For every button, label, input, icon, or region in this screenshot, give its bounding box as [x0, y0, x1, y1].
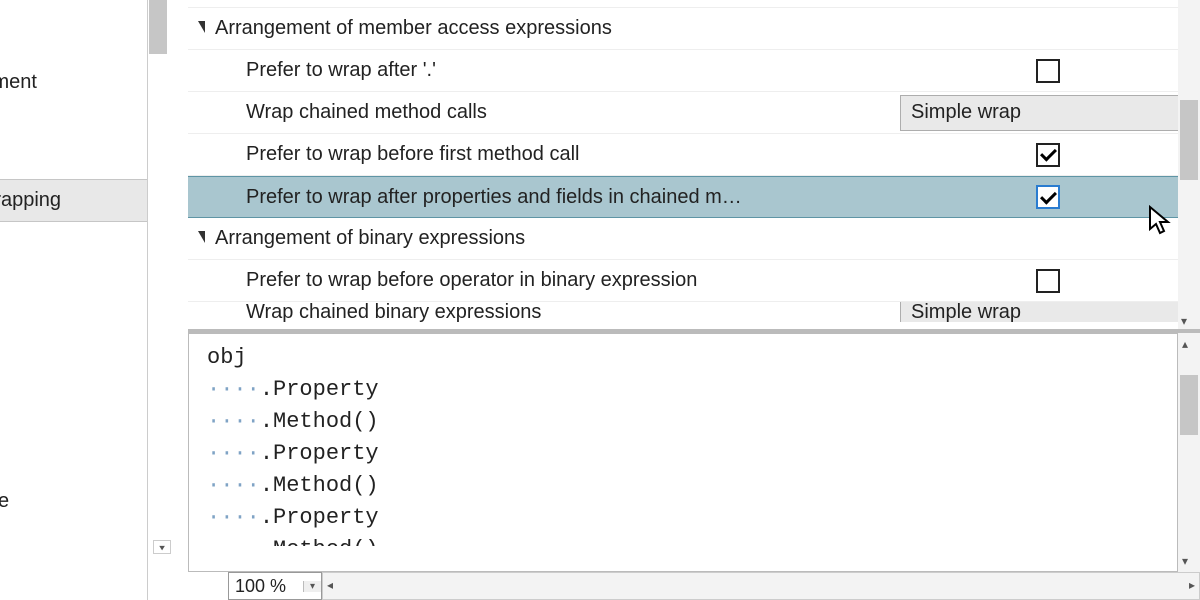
scrollbar-thumb[interactable] [149, 0, 167, 54]
group-label: Arrangement of binary expressions [215, 227, 525, 250]
setting-label: Prefer to wrap after '.' [198, 59, 900, 82]
setting-wrap-after-props-fields: Prefer to wrap after properties and fiel… [188, 176, 1200, 218]
scroll-down-icon[interactable]: ▾ [1181, 314, 1187, 328]
setting-label: Wrap chained method calls [198, 101, 900, 124]
code-preview: obj ····.Property ····.Method() ····.Pro… [188, 333, 1178, 572]
outer-scrollbar-vertical[interactable] [148, 0, 168, 600]
scrollbar-thumb[interactable] [1180, 375, 1198, 435]
setting-wrap-chained-binary: Wrap chained binary expressions Simple w… [188, 302, 1200, 322]
preview-scrollbar-vertical[interactable]: ▴ ▾ [1178, 333, 1200, 572]
checkbox-wrap-before-operator[interactable] [1036, 269, 1060, 293]
scroll-down-icon[interactable]: ▾ [1182, 554, 1188, 568]
code-line: ····.Property [207, 374, 1159, 406]
code-line: obj [207, 342, 1159, 374]
setting-wrap-after-dot: Prefer to wrap after '.' [188, 50, 1200, 92]
select-wrap-chained-binary[interactable]: Simple wrap ▾ [900, 302, 1196, 322]
sidebar-item-imports[interactable]: orts [0, 326, 148, 367]
code-line: ····.Method() [207, 406, 1159, 438]
setting-wrap-chained-calls: Wrap chained method calls Simple wrap ▾ [188, 92, 1200, 134]
group-label: Arrangement of member access expressions [215, 17, 612, 40]
group-member-access[interactable]: Arrangement of member access expressions [188, 8, 1200, 50]
sidebar-item-wrapping[interactable]: nd Wrapping [0, 179, 148, 222]
scroll-left-icon[interactable]: ◂ [327, 578, 333, 592]
preview-scrollbar-horizontal[interactable]: ◂ ▸ [322, 572, 1200, 600]
settings-scrollbar-vertical[interactable]: ▾ [1178, 0, 1200, 330]
select-value: Simple wrap [911, 302, 1021, 322]
code-line: ····.Method() [207, 470, 1159, 502]
select-value: Simple wrap [911, 101, 1021, 124]
sidebar: Alignment nd Wrapping orts g Style [0, 0, 148, 600]
sidebar-item-style[interactable]: g Style [0, 481, 148, 522]
code-line: ····.Method() [207, 534, 1159, 546]
checkbox-wrap-before-first-call[interactable] [1036, 143, 1060, 167]
scroll-right-icon[interactable]: ▸ [1189, 578, 1195, 592]
setting-label: Prefer to wrap before operator in binary… [198, 269, 900, 292]
zoom-selector[interactable]: 100 % ▾ [228, 572, 322, 600]
setting-wrap-before-first-call: Prefer to wrap before first method call [188, 134, 1200, 176]
code-line: ····.Property [207, 502, 1159, 534]
select-wrap-chained-calls[interactable]: Simple wrap ▾ [900, 95, 1196, 131]
chevron-down-icon [198, 21, 205, 33]
chevron-down-icon[interactable]: ▾ [303, 581, 321, 592]
checkbox-wrap-after-dot[interactable] [1036, 59, 1060, 83]
code-line: ····.Property [207, 438, 1159, 470]
scroll-up-icon[interactable]: ▴ [1182, 337, 1188, 351]
zoom-value: 100 % [235, 576, 303, 597]
setting-label: Prefer to wrap after properties and fiel… [198, 186, 900, 209]
group-binary[interactable]: Arrangement of binary expressions [188, 218, 1200, 260]
chevron-down-icon [198, 231, 205, 243]
setting-label: Wrap chained binary expressions [198, 302, 900, 322]
setting-wrap-before-operator: Prefer to wrap before operator in binary… [188, 260, 1200, 302]
settings-list: Arrangement of member access expressions… [188, 0, 1200, 330]
scrollbar-thumb[interactable] [1180, 100, 1198, 180]
preview-pane: obj ····.Property ····.Method() ····.Pro… [188, 330, 1200, 600]
checkbox-wrap-after-props-fields[interactable] [1036, 185, 1060, 209]
sidebar-item-alignment[interactable]: Alignment [0, 62, 148, 103]
setting-label: Prefer to wrap before first method call [198, 143, 900, 166]
